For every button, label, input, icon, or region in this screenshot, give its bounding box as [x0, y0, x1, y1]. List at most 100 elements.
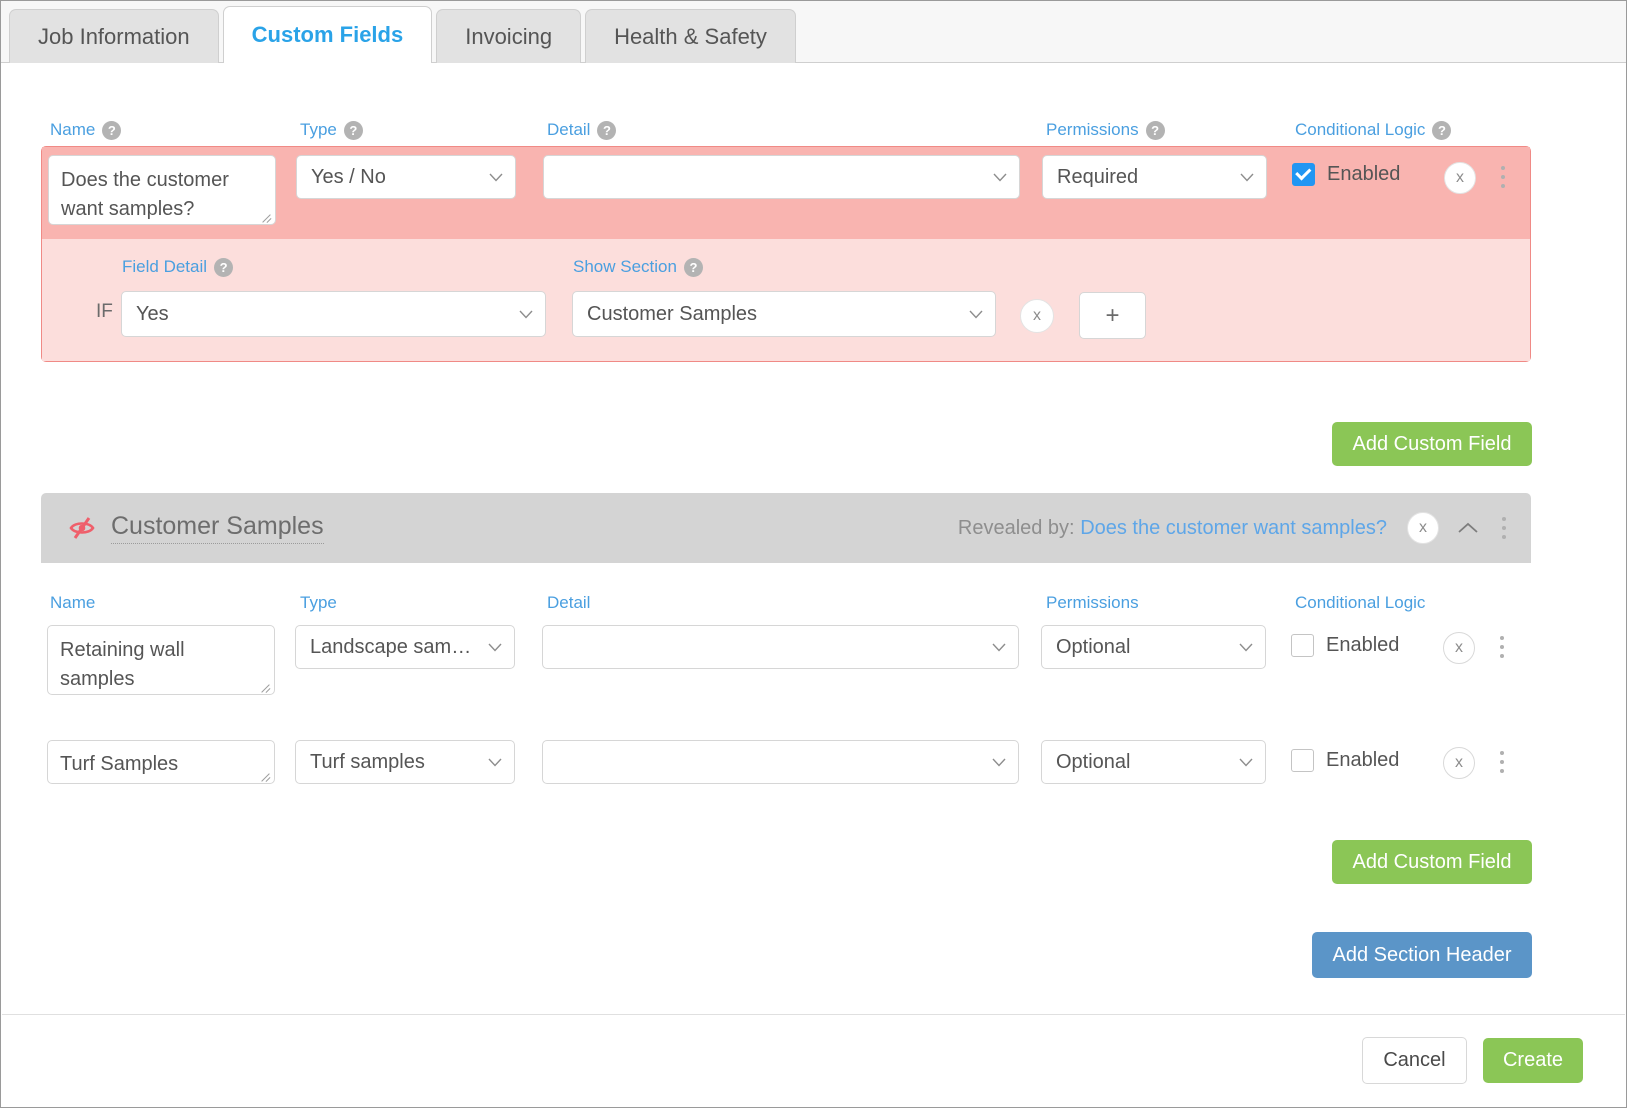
add-condition-button[interactable]: +: [1079, 292, 1146, 339]
field-name-input[interactable]: Does the customer want samples?: [48, 155, 276, 225]
chevron-down-icon: [1239, 758, 1253, 767]
resize-grip-icon[interactable]: [259, 769, 271, 781]
field-detail-select[interactable]: [542, 625, 1019, 669]
revealed-by-field-link[interactable]: Does the customer want samples?: [1080, 517, 1387, 539]
conditional-logic-checkbox[interactable]: [1291, 749, 1314, 772]
remove-section-label: x: [1419, 519, 1427, 536]
conditional-logic-panel: Field Detail ? Show Section ? IF Yes Cus…: [42, 239, 1530, 361]
resize-grip-icon[interactable]: [260, 210, 272, 222]
field-options-menu-icon[interactable]: [1492, 160, 1514, 194]
help-icon[interactable]: ?: [1145, 120, 1165, 140]
add-custom-field-label: Add Custom Field: [1352, 432, 1512, 455]
cancel-button[interactable]: Cancel: [1362, 1037, 1467, 1084]
label-text: Show Section: [573, 257, 677, 276]
chevron-up-icon[interactable]: [1457, 521, 1479, 535]
remove-field-button[interactable]: x: [1444, 162, 1476, 194]
help-icon[interactable]: ?: [343, 120, 363, 140]
tab-health-and-safety[interactable]: Health & Safety: [585, 9, 796, 63]
column-header-label: Conditional Logic: [1295, 593, 1426, 612]
help-icon[interactable]: ?: [683, 257, 703, 277]
custom-field-row-highlighted: Does the customer want samples? Yes / No…: [41, 146, 1531, 362]
conditional-logic-checkbox[interactable]: [1291, 634, 1314, 657]
chevron-down-icon: [488, 643, 502, 652]
field-permissions-value: Optional: [1056, 750, 1131, 773]
field-permissions-value: Optional: [1056, 635, 1131, 658]
conditional-field-detail-value: Yes: [136, 302, 169, 325]
conditional-field-detail-select[interactable]: Yes: [121, 291, 546, 337]
create-label: Create: [1502, 1049, 1564, 1071]
column-header-label: Conditional Logic: [1295, 120, 1426, 139]
chevron-down-icon: [1239, 643, 1253, 652]
create-button[interactable]: Create: [1483, 1038, 1583, 1083]
column-header-label: Permissions: [1046, 593, 1139, 612]
remove-field-button[interactable]: x: [1443, 747, 1475, 779]
field-permissions-select[interactable]: Optional: [1041, 740, 1266, 784]
add-custom-field-button-section[interactable]: Add Custom Field: [1332, 840, 1532, 884]
field-name-value: Turf Samples: [60, 753, 179, 775]
add-custom-field-button-top[interactable]: Add Custom Field: [1332, 422, 1532, 466]
if-label: IF: [96, 301, 113, 322]
field-name-value: Does the customer want samples?: [61, 169, 229, 220]
section-column-header-conditional-logic: Conditional Logic: [1295, 593, 1425, 613]
help-icon[interactable]: ?: [597, 120, 617, 140]
tab-invoicing[interactable]: Invoicing: [436, 9, 582, 63]
tab-job-information[interactable]: Job Information: [9, 9, 219, 63]
section-column-header-type: Type: [300, 593, 337, 613]
field-type-select[interactable]: Turf samples: [295, 740, 515, 784]
field-type-value: Turf samples: [310, 750, 425, 773]
field-type-select[interactable]: Landscape sam…: [295, 625, 515, 669]
conditional-show-section-select[interactable]: Customer Samples: [572, 291, 996, 337]
chevron-down-icon: [992, 758, 1006, 767]
field-name-input[interactable]: Retaining wall samples: [47, 625, 275, 695]
field-name-value: Retaining wall samples: [60, 639, 185, 690]
footer-actions: Cancel Create: [2, 1014, 1625, 1106]
field-detail-select[interactable]: [543, 155, 1020, 199]
column-header-name: Name ?: [50, 120, 122, 140]
tab-label: Invoicing: [465, 23, 553, 49]
label-text: Field Detail: [122, 257, 208, 276]
remove-section-button[interactable]: x: [1407, 512, 1439, 544]
chevron-down-icon: [519, 310, 533, 319]
chevron-down-icon: [992, 643, 1006, 652]
conditional-logic-toggle[interactable]: Enabled: [1291, 749, 1399, 772]
add-section-header-label: Add Section Header: [1332, 943, 1512, 966]
field-options-menu-icon[interactable]: [1491, 745, 1513, 779]
field-type-select[interactable]: Yes / No: [296, 155, 516, 199]
remove-field-button[interactable]: x: [1443, 632, 1475, 664]
help-icon[interactable]: ?: [102, 120, 122, 140]
field-name-input[interactable]: Turf Samples: [47, 740, 275, 784]
field-type-value: Yes / No: [311, 165, 386, 188]
conditional-logic-checkbox[interactable]: [1292, 163, 1315, 186]
help-icon[interactable]: ?: [214, 257, 234, 277]
section-options-menu-icon[interactable]: [1493, 511, 1515, 545]
remove-condition-button[interactable]: x: [1020, 299, 1054, 333]
add-custom-field-label: Add Custom Field: [1352, 850, 1512, 873]
field-permissions-select[interactable]: Required: [1042, 155, 1267, 199]
field-options-menu-icon[interactable]: [1491, 630, 1513, 664]
field-detail-select[interactable]: [542, 740, 1019, 784]
section-column-header-permissions: Permissions: [1046, 593, 1139, 613]
add-section-header-button[interactable]: Add Section Header: [1312, 932, 1532, 978]
tab-label: Health & Safety: [614, 23, 767, 49]
section-header-customer-samples: Customer Samples Revealed by: Does the c…: [41, 493, 1531, 563]
field-permissions-select[interactable]: Optional: [1041, 625, 1266, 669]
column-header-label: Name: [50, 593, 96, 612]
section-title[interactable]: Customer Samples: [111, 512, 324, 544]
resize-grip-icon[interactable]: [259, 680, 271, 692]
tab-label: Job Information: [38, 23, 190, 49]
eye-slash-icon[interactable]: [67, 515, 97, 541]
section-column-header-detail: Detail: [547, 593, 590, 613]
chevron-down-icon: [488, 758, 502, 767]
tab-custom-fields[interactable]: Custom Fields: [222, 6, 433, 63]
column-header-permissions: Permissions ?: [1046, 120, 1165, 140]
cancel-label: Cancel: [1383, 1049, 1446, 1071]
chevron-down-icon: [489, 173, 503, 182]
tab-label: Custom Fields: [251, 22, 404, 47]
conditional-logic-toggle[interactable]: Enabled: [1291, 634, 1399, 657]
conditional-logic-toggle[interactable]: Enabled: [1292, 163, 1400, 186]
field-type-value: Landscape sam…: [310, 635, 472, 658]
help-icon[interactable]: ?: [1432, 120, 1452, 140]
custom-field-row: Turf Samples Turf samples Optional Enabl…: [41, 736, 1531, 796]
chevron-down-icon: [1240, 173, 1254, 182]
column-header-detail: Detail ?: [547, 120, 617, 140]
